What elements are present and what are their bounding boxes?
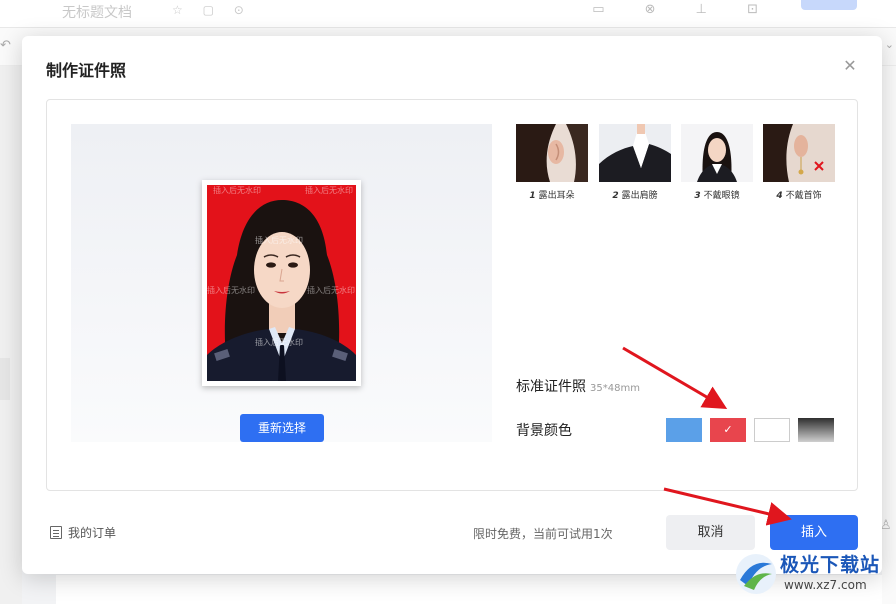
header-tool-icons: ▭ ⊗ ⊥ ⊡ (592, 2, 776, 17)
swatch-red[interactable]: ✓ (710, 418, 746, 442)
id-photo: 插入后无水印 插入后无水印 插入后无水印 插入后无水印 插入后无水印 插入后无水… (202, 180, 361, 386)
svg-text:插入后无水印: 插入后无水印 (207, 285, 255, 295)
tip-no-jewelry: 4 不戴首饰 (763, 124, 835, 201)
id-photo-dialog: 制作证件照 ✕ 插入后无水印 插入后无水印 插入后无水印 插入后无水印 插入后无… (22, 36, 882, 574)
swatch-gray-gradient[interactable] (798, 418, 834, 442)
tip-caption: 4 不戴首饰 (776, 191, 822, 201)
tip-image (763, 124, 835, 182)
orders-list-icon (50, 526, 62, 539)
tip-caption: 1 露出耳朵 (529, 191, 575, 201)
tip-image (599, 124, 671, 182)
cancel-button[interactable]: 取消 (666, 515, 755, 550)
site-watermark: 极光下载站 www.xz7.com (732, 548, 892, 602)
watermark-url: www.xz7.com (784, 578, 867, 592)
undo-icon: ↶ (0, 38, 11, 53)
photo-watermark: 插入后无水印 (213, 185, 261, 195)
watermark-brand: 极光下载站 (780, 554, 881, 576)
swatch-blue[interactable] (666, 418, 702, 442)
tip-no-glasses: 3 不戴眼镜 (681, 124, 753, 201)
dialog-title: 制作证件照 (46, 61, 127, 80)
aurora-logo-icon (736, 554, 776, 594)
tip-image (516, 124, 588, 182)
sidebar-row (0, 358, 10, 400)
standard-photo-label: 标准证件照 35*48mm (516, 379, 640, 395)
close-icon[interactable]: ✕ (842, 58, 858, 74)
free-trial-note: 限时免费，当前可试用1次 (473, 527, 613, 541)
tip-show-ears: 1 露出耳朵 (516, 124, 588, 201)
share-button (801, 0, 857, 10)
chevron-down-icon: ⌄ (884, 38, 894, 51)
svg-text:插入后无水印: 插入后无水印 (255, 235, 303, 245)
tip-image (681, 124, 753, 182)
svg-text:插入后无水印: 插入后无水印 (307, 285, 355, 295)
left-sidebar (0, 66, 22, 604)
swatch-white[interactable] (754, 418, 790, 442)
insert-button[interactable]: 插入 (770, 515, 858, 550)
my-orders-link[interactable]: 我的订单 (50, 524, 116, 541)
bg-color-label: 背景颜色 (516, 423, 572, 439)
svg-text:插入后无水印: 插入后无水印 (305, 185, 353, 195)
tip-caption: 2 露出肩膀 (612, 191, 658, 201)
reselect-button[interactable]: 重新选择 (240, 414, 324, 442)
check-icon: ✓ (723, 423, 733, 436)
portrait-image: 插入后无水印 插入后无水印 插入后无水印 插入后无水印 插入后无水印 插入后无水… (207, 185, 356, 381)
app-topbar: 无标题文档 ☆ ▢ ⊙ ▭ ⊗ ⊥ ⊡ (0, 0, 896, 28)
editor-panel: 插入后无水印 插入后无水印 插入后无水印 插入后无水印 插入后无水印 插入后无水… (46, 99, 858, 491)
svg-text:插入后无水印: 插入后无水印 (255, 337, 303, 347)
tip-show-shoulders: 2 露出肩膀 (599, 124, 671, 201)
tip-caption: 3 不戴眼镜 (694, 191, 740, 201)
photo-preview-area: 插入后无水印 插入后无水印 插入后无水印 插入后无水印 插入后无水印 插入后无水… (71, 124, 492, 442)
document-title: 无标题文档 (62, 5, 132, 21)
standard-size: 35*48mm (590, 383, 640, 394)
title-action-icons: ☆ ▢ ⊙ (172, 3, 252, 17)
